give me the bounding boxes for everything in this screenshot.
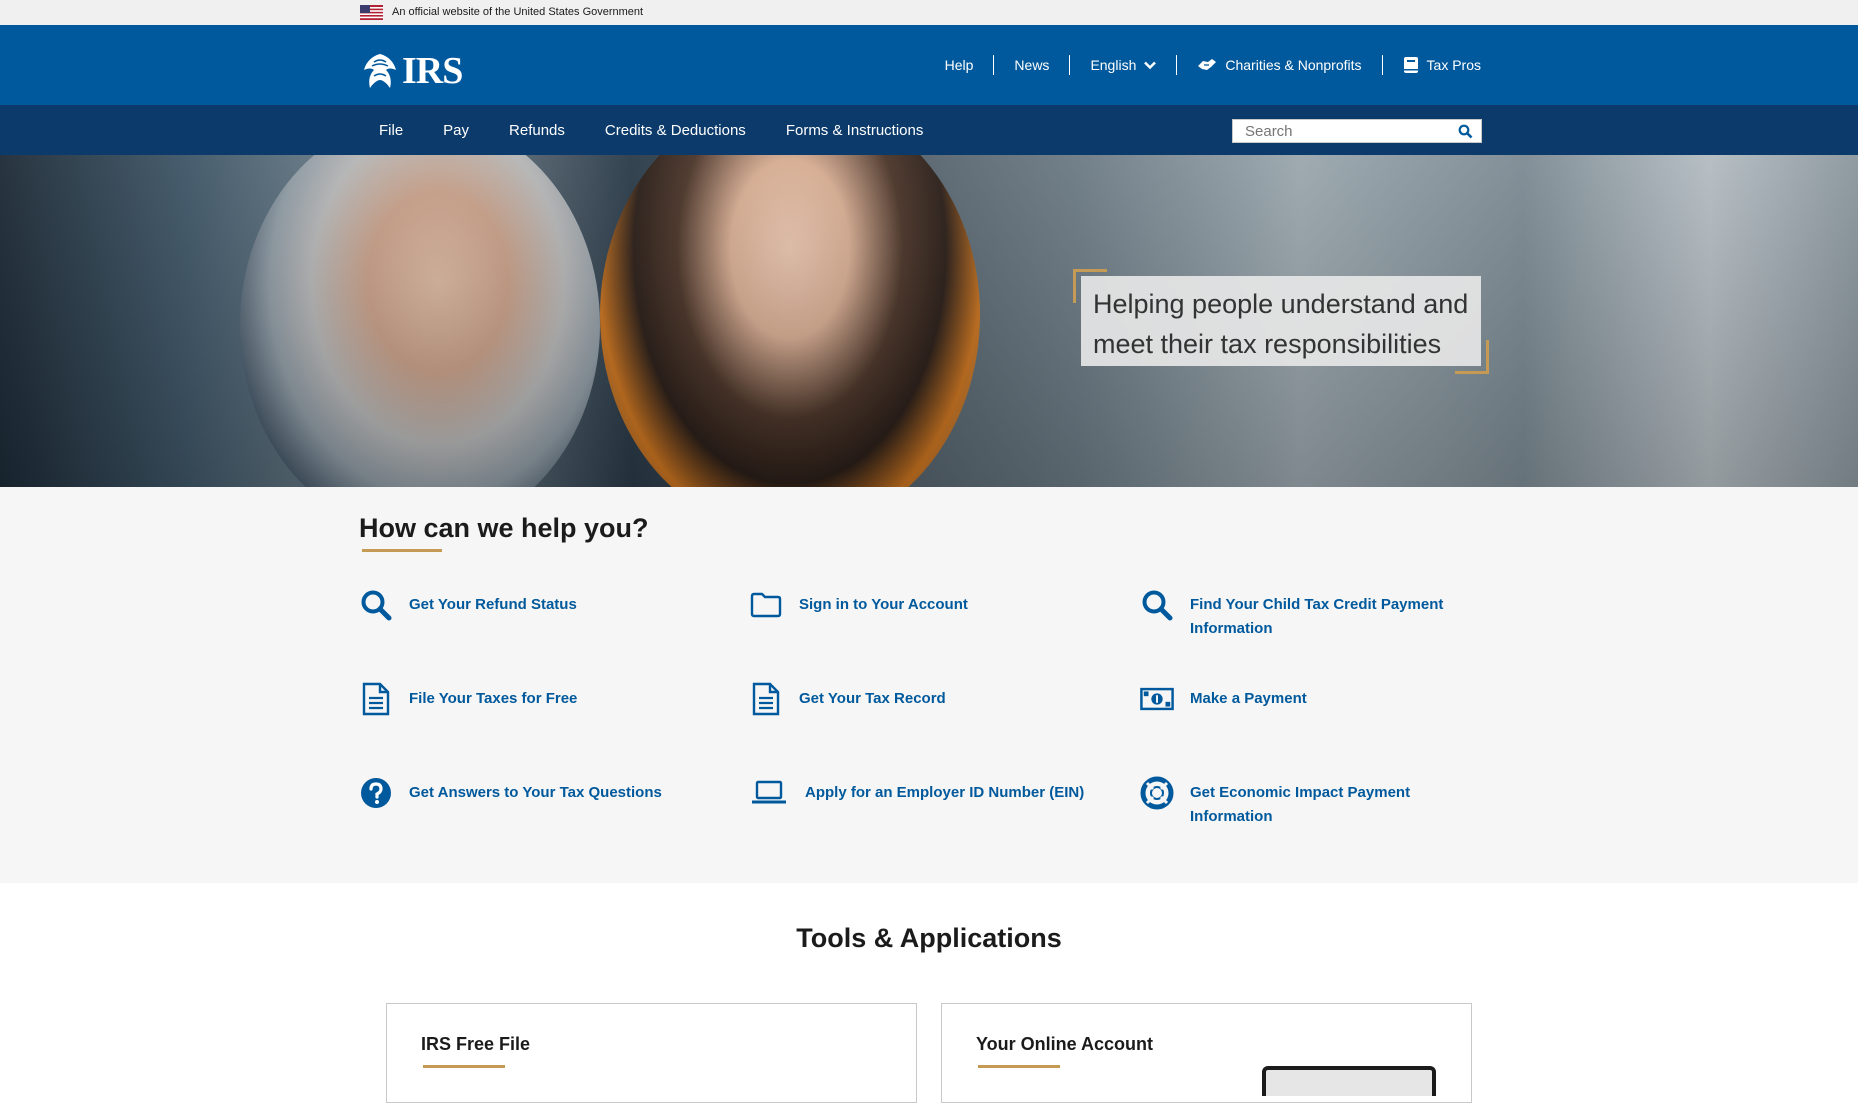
logo-text: IRS <box>402 50 463 92</box>
help-item-label: Sign in to Your Account <box>799 596 968 613</box>
search-icon[interactable] <box>1458 124 1473 139</box>
help-item-refund-status[interactable]: Get Your Refund Status <box>359 588 719 622</box>
help-item-child-tax-credit[interactable]: Find Your Child Tax Credit Payment Infor… <box>1140 588 1460 641</box>
help-item-file-free[interactable]: File Your Taxes for Free <box>359 682 719 716</box>
card-online-account[interactable]: Your Online Account <box>941 1003 1472 1103</box>
card-title: Your Online Account <box>976 1034 1154 1054</box>
utility-nav: Help News English Charities & Nonprofits… <box>925 25 1481 105</box>
book-icon <box>1403 57 1418 73</box>
search-icon <box>1142 590 1173 621</box>
card-title-underline <box>423 1065 505 1068</box>
caption-corner-bottom-right <box>1455 340 1489 374</box>
help-item-label: Make a Payment <box>1190 690 1307 707</box>
help-title: How can we help you? <box>359 513 649 543</box>
help-item-label: Find Your Child Tax Credit Payment Infor… <box>1190 596 1444 637</box>
hero-banner: Helping people understand and meet their… <box>0 155 1858 487</box>
util-taxpros-link[interactable]: Tax Pros <box>1383 55 1481 75</box>
help-item-label: Get Answers to Your Tax Questions <box>409 784 662 801</box>
util-taxpros-label: Tax Pros <box>1426 57 1481 73</box>
lifebuoy-icon <box>1140 776 1174 810</box>
util-news-link[interactable]: News <box>994 55 1069 75</box>
help-item-label: File Your Taxes for Free <box>409 690 578 707</box>
document-icon <box>362 682 390 716</box>
help-item-label: Apply for an Employer ID Number (EIN) <box>805 784 1085 801</box>
card-title-underline <box>978 1065 1060 1068</box>
laptop-icon <box>752 780 786 804</box>
language-select[interactable]: English <box>1070 55 1176 75</box>
eagle-logo-icon <box>364 54 396 88</box>
hero-caption: Helping people understand and meet their… <box>1081 276 1481 366</box>
laptop-illustration <box>1262 1066 1436 1096</box>
help-item-make-payment[interactable]: Make a Payment <box>1140 682 1460 716</box>
hero-shade <box>0 155 1858 487</box>
gov-banner: An official website of the United States… <box>0 0 1858 25</box>
help-item-tax-questions[interactable]: Get Answers to Your Tax Questions <box>359 776 719 810</box>
tools-title: Tools & Applications <box>796 923 1062 953</box>
main-nav: File Pay Refunds Credits & Deductions Fo… <box>0 105 1858 155</box>
util-help-label: Help <box>944 57 974 73</box>
card-title: IRS Free File <box>421 1034 531 1054</box>
util-help-link[interactable]: Help <box>925 55 994 75</box>
handshake-icon <box>1198 59 1217 70</box>
help-item-sign-in[interactable]: Sign in to Your Account <box>749 588 1109 622</box>
help-item-tax-record[interactable]: Get Your Tax Record <box>749 682 1109 716</box>
money-icon <box>1140 687 1174 711</box>
search-box <box>1232 119 1482 143</box>
us-flag-icon <box>360 5 383 20</box>
help-item-label: Get Economic Impact Payment Information <box>1190 784 1411 825</box>
util-news-label: News <box>1014 57 1050 73</box>
help-section: How can we help you? Get Your Refund Sta… <box>0 487 1858 883</box>
hero-caption-text: Helping people understand and meet their… <box>1093 289 1469 359</box>
gov-banner-text: An official website of the United States… <box>392 6 644 18</box>
nav-forms-instructions[interactable]: Forms & Instructions <box>766 122 944 139</box>
util-charities-label: Charities & Nonprofits <box>1225 57 1362 73</box>
nav-file[interactable]: File <box>359 122 423 139</box>
help-item-ein[interactable]: Apply for an Employer ID Number (EIN) <box>749 776 1109 810</box>
question-icon <box>361 778 391 808</box>
search-input[interactable] <box>1233 120 1453 142</box>
nav-pay[interactable]: Pay <box>423 122 489 139</box>
nav-credits-deductions[interactable]: Credits & Deductions <box>585 122 766 139</box>
card-irs-free-file[interactable]: IRS Free File <box>386 1003 917 1103</box>
language-label: English <box>1090 57 1137 73</box>
help-item-label: Get Your Tax Record <box>799 690 946 707</box>
help-item-economic-impact[interactable]: Get Economic Impact Payment Information <box>1140 776 1460 829</box>
site-header: IRS Help News English Charities & Nonpro… <box>0 25 1858 105</box>
folder-icon <box>750 592 782 618</box>
irs-logo[interactable]: IRS <box>360 49 463 93</box>
help-title-underline <box>362 549 442 552</box>
util-charities-link[interactable]: Charities & Nonprofits <box>1177 55 1381 75</box>
nav-refunds[interactable]: Refunds <box>489 122 585 139</box>
search-icon <box>361 590 392 621</box>
chevron-down-icon <box>1144 61 1157 69</box>
document-icon <box>752 682 780 716</box>
help-item-label: Get Your Refund Status <box>409 596 577 613</box>
